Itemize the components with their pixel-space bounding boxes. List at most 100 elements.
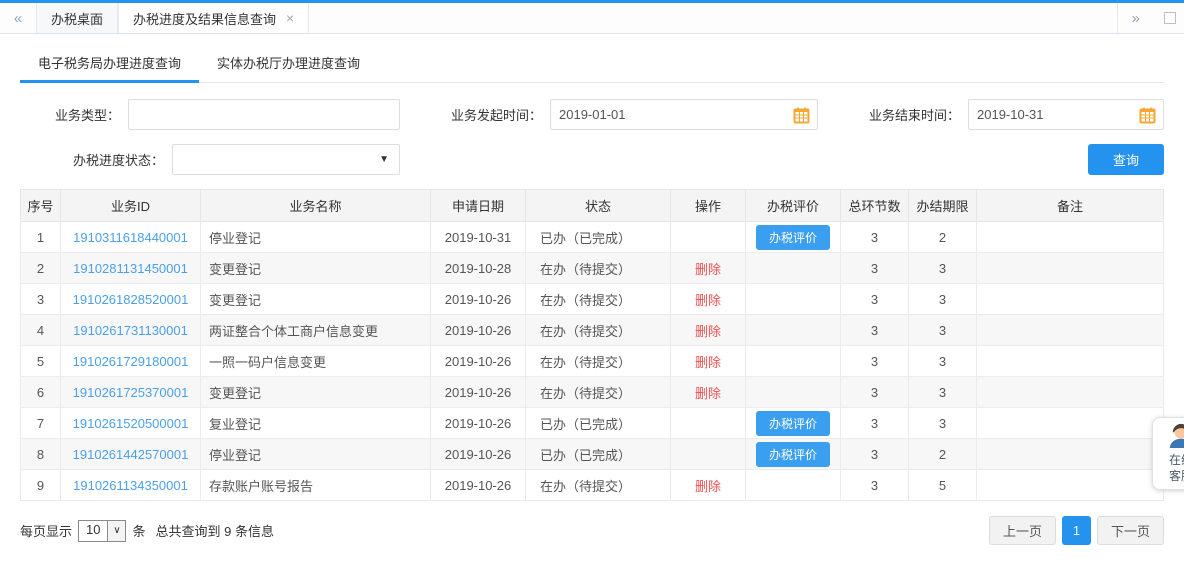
row-evaluate-cell bbox=[746, 253, 841, 284]
row-deadline: 2 bbox=[909, 222, 977, 253]
business-id-link[interactable]: 1910261729180001 bbox=[73, 354, 189, 369]
close-tab-icon[interactable]: × bbox=[286, 11, 294, 25]
tab-etax-progress[interactable]: 电子税务局办理进度查询 bbox=[20, 47, 199, 82]
row-seq: 8 bbox=[21, 439, 61, 470]
row-business-id: 1910261828520001 bbox=[61, 284, 201, 315]
row-deadline: 3 bbox=[909, 315, 977, 346]
row-action-cell: 删除 bbox=[671, 253, 746, 284]
business-id-link[interactable]: 1910311618440001 bbox=[73, 230, 188, 245]
row-seq: 4 bbox=[21, 315, 61, 346]
tab-hall-progress[interactable]: 实体办税厅办理进度查询 bbox=[199, 47, 378, 82]
business-id-link[interactable]: 1910261442570001 bbox=[73, 447, 189, 462]
table-body: 1 1910311618440001 停业登记 2019-10-31 已办（已完… bbox=[21, 222, 1164, 501]
table-row: 9 1910261134350001 存款账户账号报告 2019-10-26 在… bbox=[21, 470, 1164, 501]
row-status: 已办（已完成） bbox=[526, 408, 671, 439]
row-total-steps[interactable]: 3 bbox=[841, 284, 909, 315]
business-id-link[interactable]: 1910261828520001 bbox=[73, 292, 189, 307]
delete-link[interactable]: 删除 bbox=[695, 355, 721, 370]
calendar-icon[interactable] bbox=[793, 107, 810, 127]
evaluate-button[interactable]: 办税评价 bbox=[756, 442, 830, 467]
calendar-icon[interactable] bbox=[1139, 107, 1156, 127]
start-time-value: 2019-01-01 bbox=[559, 107, 626, 122]
row-evaluate-cell: 办税评价 bbox=[746, 408, 841, 439]
row-status: 在办（待提交） bbox=[526, 470, 671, 501]
table-row: 5 1910261729180001 一照一码户信息变更 2019-10-26 … bbox=[21, 346, 1164, 377]
row-total-steps[interactable]: 3 bbox=[841, 408, 909, 439]
row-total-steps[interactable]: 3 bbox=[841, 470, 909, 501]
row-business-name: 变更登记 bbox=[201, 284, 431, 315]
row-remark bbox=[977, 315, 1164, 346]
row-remark bbox=[977, 470, 1164, 501]
row-apply-date: 2019-10-26 bbox=[431, 315, 526, 346]
progress-status-select[interactable]: ▼ bbox=[172, 144, 400, 175]
delete-link[interactable]: 删除 bbox=[695, 293, 721, 308]
row-status: 在办（待提交） bbox=[526, 253, 671, 284]
row-total-steps[interactable]: 3 bbox=[841, 315, 909, 346]
row-business-id: 1910261442570001 bbox=[61, 439, 201, 470]
col-header-apply-date: 申请日期 bbox=[431, 190, 526, 222]
current-page-button[interactable]: 1 bbox=[1062, 516, 1091, 545]
prev-page-button[interactable]: 上一页 bbox=[989, 516, 1056, 545]
row-evaluate-cell bbox=[746, 315, 841, 346]
col-header-action: 操作 bbox=[671, 190, 746, 222]
row-action-cell: 删除 bbox=[671, 346, 746, 377]
row-evaluate-cell: 办税评价 bbox=[746, 222, 841, 253]
collapse-left-icon[interactable]: « bbox=[0, 3, 36, 33]
row-business-name: 变更登记 bbox=[201, 377, 431, 408]
col-header-status: 状态 bbox=[526, 190, 671, 222]
query-button[interactable]: 查询 bbox=[1088, 144, 1164, 175]
row-business-id: 1910311618440001 bbox=[61, 222, 201, 253]
business-id-link[interactable]: 1910261520500001 bbox=[73, 416, 189, 431]
row-business-name: 停业登记 bbox=[201, 439, 431, 470]
service-label-line2: 客服 bbox=[1156, 468, 1184, 484]
row-remark bbox=[977, 346, 1164, 377]
row-seq: 3 bbox=[21, 284, 61, 315]
expand-right-icon[interactable]: » bbox=[1126, 10, 1146, 27]
row-deadline: 3 bbox=[909, 346, 977, 377]
query-subtabs: 电子税务局办理进度查询 实体办税厅办理进度查询 bbox=[20, 47, 1164, 83]
evaluate-button[interactable]: 办税评价 bbox=[756, 411, 830, 436]
next-page-button[interactable]: 下一页 bbox=[1097, 516, 1164, 545]
per-page-select[interactable]: 10 ∨ bbox=[78, 520, 126, 542]
delete-link[interactable]: 删除 bbox=[695, 386, 721, 401]
row-total-steps[interactable]: 3 bbox=[841, 439, 909, 470]
row-deadline: 5 bbox=[909, 470, 977, 501]
row-apply-date: 2019-10-31 bbox=[431, 222, 526, 253]
business-id-link[interactable]: 1910261725370001 bbox=[73, 385, 189, 400]
window-tab-desktop[interactable]: 办税桌面 bbox=[36, 3, 118, 33]
business-type-label: 业务类型： bbox=[20, 105, 128, 124]
maximize-icon[interactable] bbox=[1164, 12, 1176, 24]
business-id-link[interactable]: 1910281131450001 bbox=[73, 261, 188, 276]
row-apply-date: 2019-10-26 bbox=[431, 284, 526, 315]
row-apply-date: 2019-10-26 bbox=[431, 439, 526, 470]
online-service-widget[interactable]: 在线 客服 bbox=[1152, 417, 1184, 490]
business-type-input[interactable] bbox=[128, 99, 400, 130]
row-business-id: 1910261134350001 bbox=[61, 470, 201, 501]
row-total-steps[interactable]: 3 bbox=[841, 253, 909, 284]
col-header-business-name: 业务名称 bbox=[201, 190, 431, 222]
service-label-line1: 在线 bbox=[1156, 452, 1184, 468]
row-evaluate-cell bbox=[746, 377, 841, 408]
delete-link[interactable]: 删除 bbox=[695, 262, 721, 277]
tabstrip-right-controls: » bbox=[1117, 3, 1184, 33]
row-total-steps[interactable]: 3 bbox=[841, 377, 909, 408]
table-row: 4 1910261731130001 两证整合个体工商户信息变更 2019-10… bbox=[21, 315, 1164, 346]
row-action-cell: 删除 bbox=[671, 377, 746, 408]
delete-link[interactable]: 删除 bbox=[695, 324, 721, 339]
end-time-input[interactable]: 2019-10-31 bbox=[968, 99, 1164, 130]
business-id-link[interactable]: 1910261134350001 bbox=[73, 478, 188, 493]
evaluate-button[interactable]: 办税评价 bbox=[756, 225, 830, 250]
row-remark bbox=[977, 439, 1164, 470]
row-evaluate-cell bbox=[746, 470, 841, 501]
row-business-id: 1910261725370001 bbox=[61, 377, 201, 408]
row-remark bbox=[977, 377, 1164, 408]
row-total-steps[interactable]: 3 bbox=[841, 346, 909, 377]
row-action-cell bbox=[671, 408, 746, 439]
business-id-link[interactable]: 1910261731130001 bbox=[73, 323, 188, 338]
row-total-steps[interactable]: 3 bbox=[841, 222, 909, 253]
row-action-cell bbox=[671, 222, 746, 253]
window-tab-progress-query[interactable]: 办税进度及结果信息查询 × bbox=[118, 3, 309, 33]
start-time-input[interactable]: 2019-01-01 bbox=[550, 99, 818, 130]
delete-link[interactable]: 删除 bbox=[695, 479, 721, 494]
col-header-business-id: 业务ID bbox=[61, 190, 201, 222]
